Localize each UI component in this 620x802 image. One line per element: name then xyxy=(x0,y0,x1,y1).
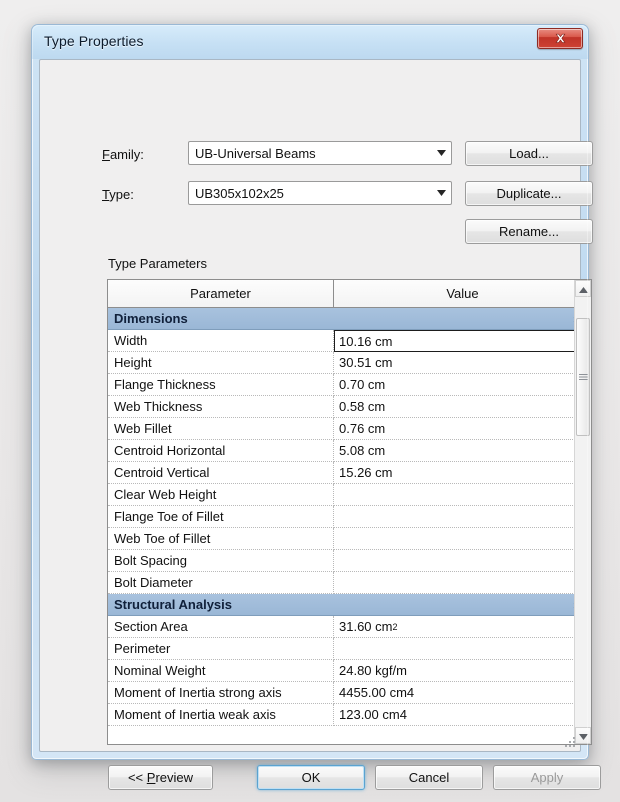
type-parameters-caption: Type Parameters xyxy=(108,256,207,271)
grid-cell-value[interactable] xyxy=(334,528,591,550)
apply-button: Apply xyxy=(493,765,601,790)
close-x-icon xyxy=(554,33,567,44)
grid-cell-value[interactable]: 31.60 cm 2 xyxy=(334,616,591,638)
dialog-client-area: Family: UB-Universal Beams Type: UB305x1… xyxy=(39,59,601,790)
family-label: Family: xyxy=(102,147,144,162)
grid-cell-parameter: Moment of Inertia weak axis xyxy=(108,704,334,726)
type-combobox-value: UB305x102x25 xyxy=(195,185,284,201)
resize-grip-icon[interactable] xyxy=(564,736,577,749)
grid-header-row: Parameter Value xyxy=(108,280,591,308)
grid-cell-value[interactable]: 24.80 kgf/m xyxy=(334,660,591,682)
load-button[interactable]: Load... xyxy=(465,141,593,166)
grid-row[interactable]: Bolt Diameter xyxy=(108,572,591,594)
grid-section-header[interactable]: Structural Analysis xyxy=(108,594,591,616)
grid-section-header[interactable]: Dimensions xyxy=(108,308,591,330)
type-parameters-grid: Parameter Value Dimensions Width 10.16 cm H… xyxy=(107,279,592,745)
grid-row[interactable]: Web Toe of Fillet xyxy=(108,528,591,550)
apply-button-label: Apply xyxy=(530,770,564,785)
grid-cell-value[interactable] xyxy=(334,506,591,528)
grid-row[interactable]: Moment of Inertia weak axis 123.00 cm4 xyxy=(108,704,591,726)
grid-cell-parameter: Bolt Diameter xyxy=(108,572,334,594)
preview-button-label: << Preview xyxy=(127,770,194,785)
grid-section-label: Structural Analysis xyxy=(114,597,233,612)
grid-row[interactable]: Clear Web Height xyxy=(108,484,591,506)
grid-section-label: Dimensions xyxy=(114,311,188,326)
grid-row[interactable]: Height 30.51 cm xyxy=(108,352,591,374)
grid-row[interactable]: Centroid Vertical 15.26 cm xyxy=(108,462,591,484)
load-button-label: Load... xyxy=(509,146,549,161)
type-properties-dialog: Type Properties Family: UB-Universal Bea… xyxy=(31,24,601,790)
column-header-parameter[interactable]: Parameter xyxy=(108,280,334,307)
grid-cell-parameter: Web Fillet xyxy=(108,418,334,440)
duplicate-button-label: Duplicate... xyxy=(496,186,562,201)
title-bar[interactable]: Type Properties xyxy=(32,25,588,59)
rename-button-label: Rename... xyxy=(499,224,559,239)
chevron-down-icon xyxy=(431,190,451,196)
ok-button-label: OK xyxy=(301,770,321,785)
grid-cell-value[interactable]: 0.70 cm xyxy=(334,374,591,396)
preview-button[interactable]: << Preview xyxy=(108,765,213,790)
grid-cell-value[interactable]: 5.08 cm xyxy=(334,440,591,462)
close-button[interactable] xyxy=(537,28,583,49)
grid-row[interactable]: Bolt Spacing xyxy=(108,550,591,572)
scroll-down-button[interactable] xyxy=(575,727,591,744)
grid-cell-parameter: Section Area xyxy=(108,616,334,638)
grid-cell-value[interactable] xyxy=(334,550,591,572)
grid-row[interactable]: Width 10.16 cm xyxy=(108,330,591,352)
family-combobox[interactable]: UB-Universal Beams xyxy=(188,141,452,165)
duplicate-button[interactable]: Duplicate... xyxy=(465,181,593,206)
rename-button[interactable]: Rename... xyxy=(465,219,593,244)
grid-cell-parameter: Moment of Inertia strong axis xyxy=(108,682,334,704)
grid-row[interactable]: Flange Toe of Fillet xyxy=(108,506,591,528)
grid-cell-value[interactable] xyxy=(334,484,591,506)
grid-cell-parameter: Web Toe of Fillet xyxy=(108,528,334,550)
triangle-down-icon xyxy=(578,727,588,745)
grid-row[interactable]: Web Thickness 0.58 cm xyxy=(108,396,591,418)
grid-row[interactable]: Perimeter xyxy=(108,638,591,660)
type-combobox[interactable]: UB305x102x25 xyxy=(188,181,452,205)
grid-cell-parameter: Clear Web Height xyxy=(108,484,334,506)
grid-cell-value[interactable]: 123.00 cm4 xyxy=(334,704,591,726)
grid-cell-parameter: Web Thickness xyxy=(108,396,334,418)
grid-cell-parameter: Nominal Weight xyxy=(108,660,334,682)
grid-row[interactable]: Moment of Inertia strong axis 4455.00 cm4 xyxy=(108,682,591,704)
column-header-value[interactable]: Value xyxy=(334,280,591,307)
grid-cell-parameter: Flange Thickness xyxy=(108,374,334,396)
ok-button[interactable]: OK xyxy=(257,765,365,790)
chevron-down-icon xyxy=(431,150,451,156)
type-label: Type: xyxy=(102,187,134,202)
window-title: Type Properties xyxy=(44,33,144,49)
grid-cell-parameter: Width xyxy=(108,330,334,352)
grid-cell-value[interactable]: 0.76 cm xyxy=(334,418,591,440)
grid-row[interactable]: Section Area 31.60 cm 2 xyxy=(108,616,591,638)
grid-row[interactable]: Centroid Horizontal 5.08 cm xyxy=(108,440,591,462)
scroll-up-button[interactable] xyxy=(575,280,591,297)
cancel-button[interactable]: Cancel xyxy=(375,765,483,790)
grid-cell-value[interactable]: 30.51 cm xyxy=(334,352,591,374)
family-combobox-value: UB-Universal Beams xyxy=(195,145,316,161)
grid-cell-value[interactable]: 15.26 cm xyxy=(334,462,591,484)
grid-row[interactable]: Web Fillet 0.76 cm xyxy=(108,418,591,440)
cancel-button-label: Cancel xyxy=(408,770,450,785)
grid-cell-parameter: Centroid Horizontal xyxy=(108,440,334,462)
scrollbar-thumb[interactable] xyxy=(576,318,590,436)
grid-cell-parameter: Height xyxy=(108,352,334,374)
triangle-up-icon xyxy=(578,280,588,298)
grid-cell-value[interactable]: 4455.00 cm4 xyxy=(334,682,591,704)
grid-body: Dimensions Width 10.16 cm Height 30.51 cm Fla… xyxy=(108,308,591,744)
grid-cell-value[interactable]: 10.16 cm xyxy=(334,330,591,352)
grid-cell-value[interactable] xyxy=(334,638,591,660)
grid-row[interactable]: Flange Thickness 0.70 cm xyxy=(108,374,591,396)
grid-cell-parameter: Perimeter xyxy=(108,638,334,660)
grid-vertical-scrollbar[interactable] xyxy=(574,280,591,744)
grid-cell-parameter: Centroid Vertical xyxy=(108,462,334,484)
grip-lines-icon xyxy=(578,368,588,386)
grid-row[interactable]: Nominal Weight 24.80 kgf/m xyxy=(108,660,591,682)
grid-cell-value[interactable]: 0.58 cm xyxy=(334,396,591,418)
grid-cell-parameter: Flange Toe of Fillet xyxy=(108,506,334,528)
grid-cell-value[interactable] xyxy=(334,572,591,594)
grid-cell-parameter: Bolt Spacing xyxy=(108,550,334,572)
